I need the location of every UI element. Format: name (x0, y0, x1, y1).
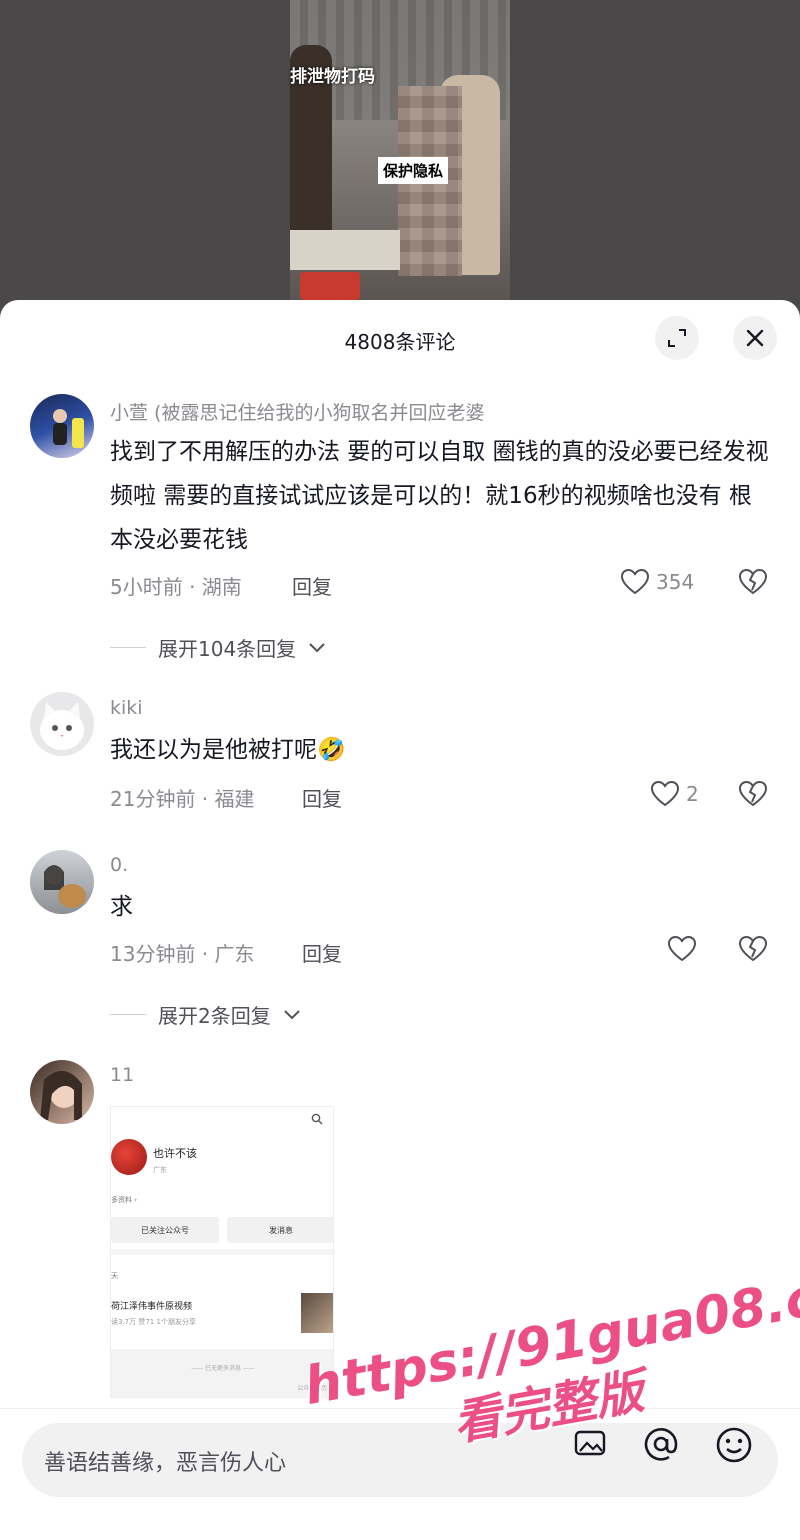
comment-meta: 5小时前 · 湖南 (110, 575, 242, 599)
image-icon (574, 1430, 606, 1456)
video-player[interactable]: 排泄物打码 保护隐私 (0, 0, 800, 330)
laughing-emoji-icon: 🤣 (317, 737, 346, 763)
divider (111, 1249, 333, 1255)
like-count: 354 (656, 570, 695, 594)
smile-icon (716, 1427, 752, 1463)
avatar[interactable] (30, 394, 94, 458)
search-icon (311, 1113, 323, 1125)
day-label: 天 (111, 1272, 118, 1280)
close-icon (746, 329, 764, 347)
comment-input-bar: 善语结善缘，恶言伤人心 (0, 1408, 800, 1540)
article-stats: 读3.7万 赞71 1个朋友分享 (111, 1318, 196, 1326)
account-avatar (111, 1139, 147, 1175)
article-thumbnail (301, 1293, 333, 1333)
expand-replies-label: 展开2条回复 (158, 1004, 271, 1028)
like-button[interactable]: 2 (650, 780, 699, 808)
dislike-button[interactable] (738, 568, 768, 600)
heart-icon (620, 568, 650, 595)
expand-replies-label: 展开104条回复 (158, 637, 297, 661)
expand-icon (668, 329, 686, 347)
selfie-avatar-image (40, 1070, 82, 1120)
like-button[interactable] (667, 935, 703, 963)
chevron-down-icon (284, 1009, 300, 1019)
article-title: 荷江泽伟事件原视频 (111, 1302, 193, 1312)
chevron-down-icon (309, 642, 325, 652)
video-table (290, 230, 400, 270)
dislike-button[interactable] (738, 780, 768, 812)
account-location: 广东 (153, 1166, 167, 1174)
heart-icon (667, 935, 697, 962)
comment-text: 找到了不用解压的办法 要的可以自取 圈钱的真的没必要已经发视频啦 需要的直接试试… (110, 439, 769, 553)
expand-sheet-button[interactable] (655, 316, 699, 360)
divider (110, 1014, 146, 1015)
cat-avatar-image (40, 702, 84, 750)
comment-input-placeholder: 善语结善缘，恶言伤人心 (44, 1451, 287, 1476)
avatar[interactable] (30, 692, 94, 756)
comment-text: 我还以为是他被打呢🤣 (110, 728, 770, 772)
image-button[interactable] (572, 1425, 608, 1465)
mention-button[interactable] (642, 1425, 680, 1467)
source-label: 公众号 · 历 (297, 1385, 327, 1392)
video-basket (300, 272, 360, 300)
emoji-button[interactable] (714, 1425, 754, 1469)
comment-meta: 13分钟前 · 广东 (110, 942, 255, 966)
broken-heart-icon (738, 568, 768, 595)
avatar[interactable] (30, 850, 94, 914)
broken-heart-icon (738, 780, 768, 807)
reply-button[interactable]: 回复 (302, 938, 342, 967)
send-message-button: 发消息 (227, 1217, 333, 1243)
comment-username[interactable]: kiki (110, 697, 143, 719)
like-count: 2 (686, 782, 699, 806)
dislike-button[interactable] (738, 935, 768, 967)
expand-replies-button[interactable]: 展开104条回复 (110, 633, 326, 662)
broken-heart-icon (738, 935, 768, 962)
expand-replies-button[interactable]: 展开2条回复 (110, 1000, 301, 1029)
like-button[interactable]: 354 (620, 568, 694, 596)
comment-text-body: 我还以为是他被打呢 (110, 737, 317, 763)
reply-button[interactable]: 回复 (292, 571, 332, 600)
account-name: 也许不该 (153, 1147, 197, 1160)
comment-username[interactable]: 11 (110, 1064, 134, 1086)
avatar-figure (53, 409, 84, 448)
follow-account-button: 已关注公众号 (111, 1217, 219, 1243)
no-more-messages: —— 已无更多消息 —— (191, 1365, 255, 1372)
comment-image-attachment[interactable]: 也许不该 广东 多资料 › 已关注公众号 发消息 天 荷江泽伟事件原视频 读3.… (110, 1106, 334, 1398)
at-icon (644, 1428, 678, 1461)
video-caption: 排泄物打码 (290, 67, 375, 87)
close-sheet-button[interactable] (733, 316, 777, 360)
privacy-tag: 保护隐私 (378, 157, 449, 184)
comment-username[interactable]: 0. (110, 854, 128, 876)
comment-meta: 21分钟前 · 福建 (110, 787, 255, 811)
reply-button[interactable]: 回复 (302, 783, 342, 812)
divider (110, 647, 146, 648)
video-frame (290, 0, 510, 300)
heart-icon (650, 780, 680, 807)
girl-dog-avatar-image (44, 865, 86, 908)
comment-username[interactable]: 小萱 (被露思记住给我的小狗取名并回应老婆 (110, 398, 484, 425)
avatar[interactable] (30, 1060, 94, 1124)
comment-text: 求 (110, 894, 133, 920)
account-data-link: 多资料 › (111, 1196, 138, 1204)
